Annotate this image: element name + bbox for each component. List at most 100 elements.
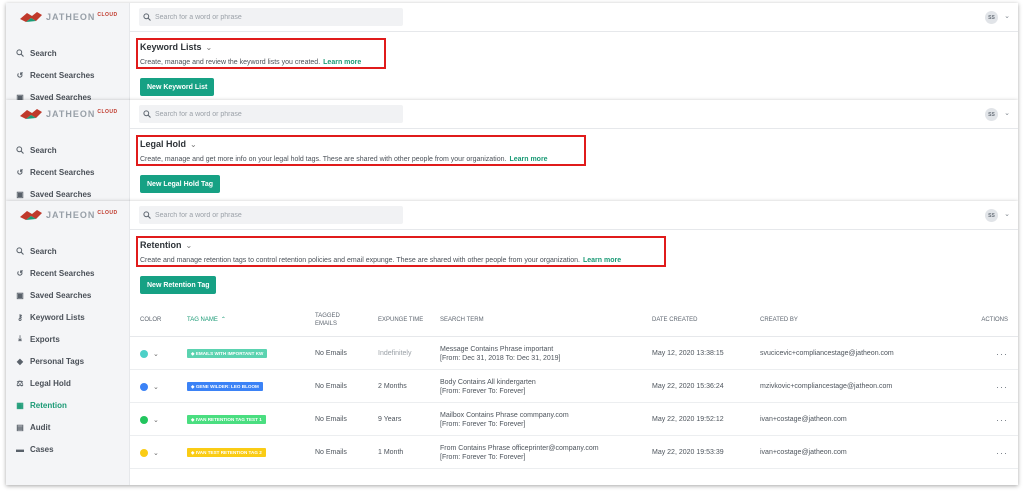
save-icon: ▣ xyxy=(16,92,24,101)
more-actions-icon[interactable]: ··· xyxy=(996,403,1008,436)
chevron-down-icon[interactable]: ⌄ xyxy=(153,350,159,358)
logo-cloud: CLOUD xyxy=(97,109,118,115)
sidebar-item-saved-searches[interactable]: ▣ Saved Searches xyxy=(6,284,130,306)
date-created-cell: May 22, 2020 19:53:39 xyxy=(652,449,724,456)
key-icon: ⚷ xyxy=(17,312,23,322)
sidebar-item-saved-searches[interactable]: ▣ Saved Searches xyxy=(6,86,130,101)
sidebar-item-personal-tags[interactable]: ◆ Personal Tags xyxy=(6,350,130,372)
table-body: ⌄ ◆ EMAILS WITH IMPORTANT KW No Emails Inde… xyxy=(130,337,1018,469)
tag-name-cell[interactable]: ◆ EMAILS WITH IMPORTANT KW xyxy=(187,337,268,370)
more-actions-icon[interactable]: ··· xyxy=(996,436,1008,469)
expunge-time-cell: 1 Month xyxy=(378,449,404,456)
page-title[interactable]: Retention ⌄ xyxy=(140,240,192,250)
avatar[interactable]: SS xyxy=(985,11,998,24)
search-bar[interactable] xyxy=(139,206,403,224)
search-input[interactable] xyxy=(155,13,385,21)
chevron-down-icon[interactable]: ⌄ xyxy=(153,449,159,457)
date-created-cell: May 22, 2020 19:52:12 xyxy=(652,416,724,423)
chevron-down-icon[interactable]: ⌄ xyxy=(1004,12,1010,20)
logo[interactable]: JATHEON CLOUD xyxy=(20,107,118,121)
sidebar-item-search[interactable]: Search xyxy=(6,42,130,64)
logo[interactable]: JATHEON CLOUD xyxy=(20,10,118,24)
color-picker[interactable]: ⌄ xyxy=(140,337,159,370)
tag-badge[interactable]: ◆ GENE WILDER: LEO BLOOM xyxy=(187,382,263,391)
search-input[interactable] xyxy=(155,110,385,118)
sidebar-item-keyword-lists[interactable]: ⚷ Keyword Lists xyxy=(6,306,130,328)
learn-more-link[interactable]: Learn more xyxy=(509,156,547,163)
save-icon: ▣ xyxy=(16,290,24,300)
column-tag-name-label: TAG NAME xyxy=(187,317,218,323)
tag-name-cell[interactable]: ◆ IVAN RETENTION TAG TEST 1 xyxy=(187,403,266,436)
sidebar-item-exports[interactable]: ⤓ Exports xyxy=(6,328,130,350)
logo[interactable]: JATHEON CLOUD xyxy=(20,208,118,222)
sidebar-item-recent-searches[interactable]: ↺ Recent Searches xyxy=(6,64,130,86)
page-title[interactable]: Legal Hold ⌄ xyxy=(140,139,197,149)
avatar[interactable]: SS xyxy=(985,108,998,121)
sidebar-item-retention[interactable]: ▦ Retention xyxy=(6,394,130,416)
expunge-time-cell: 2 Months xyxy=(378,383,407,390)
sidebar: JATHEON CLOUD Search ↺ Recent Searches ▣ S… xyxy=(6,201,130,485)
table-row[interactable]: ⌄ ◆ IVAN RETENTION TAG TEST 1 No Emails 9 Y… xyxy=(130,403,1018,436)
page-description: Create, manage and get more info on your… xyxy=(140,156,548,163)
tag-name-cell[interactable]: ◆ GENE WILDER: LEO BLOOM xyxy=(187,370,263,403)
sidebar-item-search[interactable]: Search xyxy=(6,240,130,262)
page-title-text: Legal Hold xyxy=(140,139,187,149)
tag-badge[interactable]: ◆ EMAILS WITH IMPORTANT KW xyxy=(187,349,268,358)
search-term-cell: Body Contains All kindergarten [From: For… xyxy=(440,370,536,403)
search-term-range: [From: Forever To: Forever] xyxy=(440,453,526,461)
sidebar-item-cases[interactable]: ▬ Cases xyxy=(6,438,130,460)
page-description: Create and manage retention tags to cont… xyxy=(140,257,621,264)
new-retention-tag-button[interactable]: New Retention Tag xyxy=(140,276,217,294)
tag-name-cell[interactable]: ◆ IVAN TEST RETENTION TAG 2 xyxy=(187,436,266,469)
sidebar-item-legal-hold[interactable]: ⚖ Legal Hold xyxy=(6,372,130,394)
sidebar-item-saved-searches[interactable]: ▣ Saved Searches xyxy=(6,183,130,201)
tag-badge[interactable]: ◆ IVAN TEST RETENTION TAG 2 xyxy=(187,448,266,457)
topbar: SS ⌄ xyxy=(130,201,1018,230)
more-actions-icon[interactable]: ··· xyxy=(996,370,1008,403)
tag-badge[interactable]: ◆ IVAN RETENTION TAG TEST 1 xyxy=(187,415,266,424)
sidebar-item-recent-searches[interactable]: ↺ Recent Searches xyxy=(6,161,130,183)
chevron-down-icon[interactable]: ⌄ xyxy=(186,241,193,250)
avatar[interactable]: SS xyxy=(985,209,998,222)
new-keyword-list-button[interactable]: New Keyword List xyxy=(140,78,215,96)
color-picker[interactable]: ⌄ xyxy=(140,370,159,403)
chevron-down-icon[interactable]: ⌄ xyxy=(153,383,159,391)
search-term-range: [From: Dec 31, 2018 To: Dec 31, 2019] xyxy=(440,354,561,362)
search-bar[interactable] xyxy=(139,105,403,123)
color-picker[interactable]: ⌄ xyxy=(140,436,159,469)
topbar: SS ⌄ xyxy=(130,3,1018,32)
column-tag-name[interactable]: TAG NAME ⌃ xyxy=(187,303,226,337)
learn-more-link[interactable]: Learn more xyxy=(323,59,361,66)
more-actions-icon[interactable]: ··· xyxy=(996,337,1008,370)
table-row[interactable]: ⌄ ◆ GENE WILDER: LEO BLOOM No Emails 2 Mont… xyxy=(130,370,1018,403)
search-icon xyxy=(13,49,27,57)
search-term-cell: Mailbox Contains Phrase commpany.com [Fro… xyxy=(440,403,569,436)
table-row[interactable]: ⌄ ◆ IVAN TEST RETENTION TAG 2 No Emails 1 M… xyxy=(130,436,1018,469)
column-date-created: DATE CREATED xyxy=(652,317,698,323)
chevron-down-icon[interactable]: ⌄ xyxy=(153,416,159,424)
tag-label: IVAN TEST RETENTION TAG 2 xyxy=(195,450,262,455)
sidebar-item-search[interactable]: Search xyxy=(6,139,130,161)
folder-icon: ▬ xyxy=(16,444,24,454)
chevron-down-icon[interactable]: ⌄ xyxy=(1004,109,1010,117)
sidebar-item-audit[interactable]: ▤ Audit xyxy=(6,416,130,438)
color-dot xyxy=(140,349,148,358)
retention-table: COLOR TAG NAME ⌃ TAGGED EMAILS EXPUNGE TIM… xyxy=(130,303,1018,469)
search-icon xyxy=(143,110,151,118)
page-title[interactable]: Keyword Lists ⌄ xyxy=(140,42,212,52)
chevron-down-icon[interactable]: ⌄ xyxy=(206,43,213,52)
chevron-down-icon[interactable]: ⌄ xyxy=(1004,210,1010,218)
search-bar[interactable] xyxy=(139,8,403,26)
tag-label: EMAILS WITH IMPORTANT KW xyxy=(195,351,264,356)
search-icon xyxy=(13,146,27,154)
learn-more-link[interactable]: Learn more xyxy=(583,257,621,264)
chevron-down-icon[interactable]: ⌄ xyxy=(190,140,197,149)
sidebar-item-label: Search xyxy=(30,145,57,155)
created-by-cell: ivan+costage@jatheon.com xyxy=(760,416,847,423)
logo-text: JATHEON xyxy=(46,210,96,220)
color-picker[interactable]: ⌄ xyxy=(140,403,159,436)
search-input[interactable] xyxy=(155,211,385,219)
table-row[interactable]: ⌄ ◆ EMAILS WITH IMPORTANT KW No Emails Inde… xyxy=(130,337,1018,370)
sidebar-item-recent-searches[interactable]: ↺ Recent Searches xyxy=(6,262,130,284)
new-legal-hold-tag-button[interactable]: New Legal Hold Tag xyxy=(140,175,220,193)
